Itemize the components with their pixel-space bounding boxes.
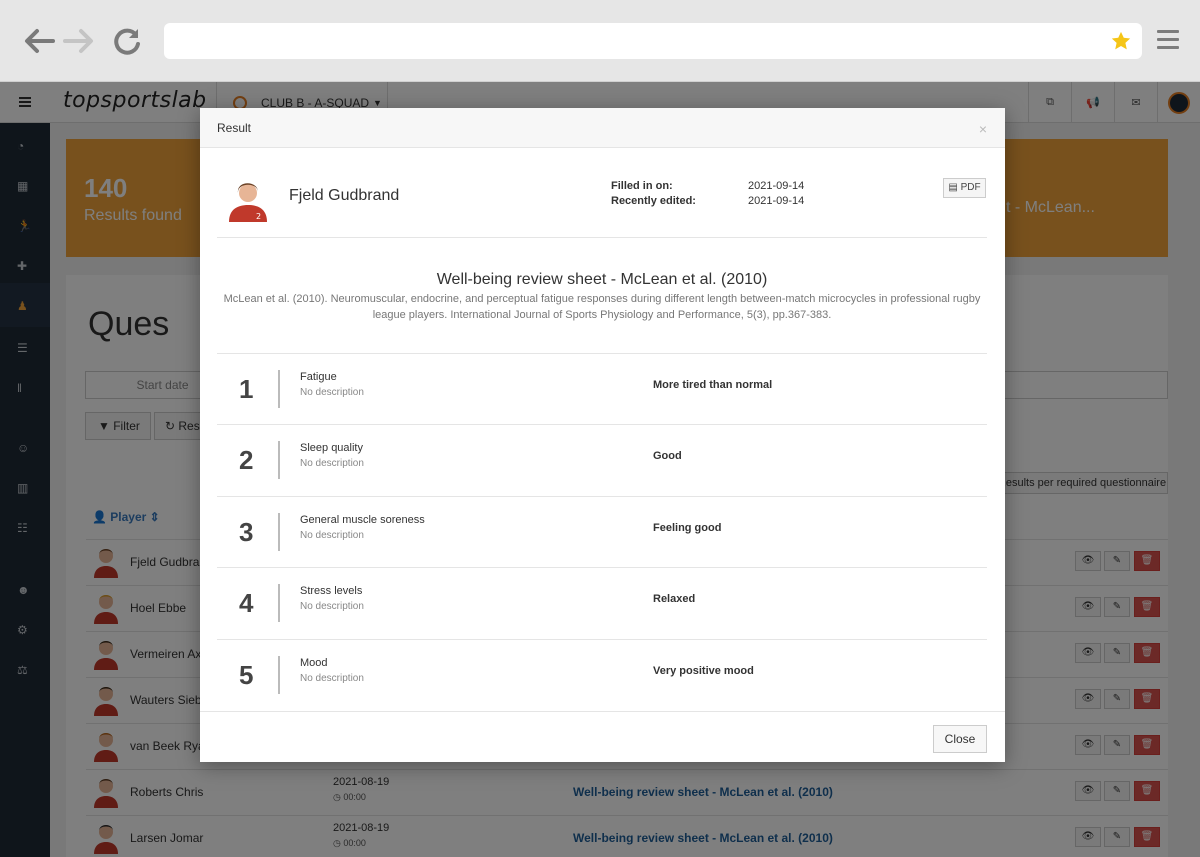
reload-button[interactable]	[110, 24, 144, 58]
file-icon: ▤	[948, 182, 961, 193]
question-description: No description	[300, 530, 364, 541]
player-avatar-icon: 2	[229, 183, 267, 222]
edited-label: Recently edited:	[611, 195, 696, 207]
close-icon[interactable]: ×	[979, 121, 987, 137]
question-row: 5 Mood No description Very positive mood	[217, 639, 987, 710]
forward-button[interactable]	[62, 24, 96, 58]
question-name: Fatigue	[300, 371, 337, 383]
question-description: No description	[300, 387, 364, 398]
question-answer: Feeling good	[653, 522, 722, 534]
question-divider	[278, 513, 280, 551]
question-name: General muscle soreness	[300, 514, 425, 526]
question-answer: More tired than normal	[653, 379, 773, 391]
back-button[interactable]	[22, 24, 56, 58]
filled-in-label: Filled in on:	[611, 180, 673, 192]
question-name: Mood	[300, 657, 328, 669]
modal-title: Result	[217, 121, 252, 135]
questionnaire-reference: McLean et al. (2010). Neuromuscular, end…	[223, 293, 981, 321]
question-number: 2	[239, 445, 254, 475]
forward-arrow-icon	[63, 29, 93, 53]
question-number: 1	[239, 374, 254, 404]
address-bar[interactable]	[164, 23, 1142, 59]
browser-toolbar	[0, 0, 1200, 82]
divider	[217, 237, 987, 238]
question-row: 4 Stress levels No description Relaxed	[217, 567, 987, 638]
question-divider	[278, 656, 280, 694]
question-name: Stress levels	[300, 585, 363, 597]
question-number: 3	[239, 517, 254, 547]
result-modal: Result × 2 Fjeld Gudbrand Filled in on: …	[200, 108, 1005, 762]
svg-text:2: 2	[256, 212, 261, 221]
modal-footer: Close	[200, 711, 1005, 762]
question-answer: Relaxed	[653, 593, 696, 605]
back-arrow-icon	[25, 29, 55, 53]
pdf-label: PDF	[960, 182, 981, 193]
question-divider	[278, 584, 280, 622]
edited-value: 2021-09-14	[748, 195, 805, 207]
bookmark-star-icon[interactable]	[1110, 30, 1132, 52]
question-name: Sleep quality	[300, 442, 363, 454]
question-answer: Good	[653, 450, 682, 462]
question-answer: Very positive mood	[653, 665, 754, 677]
question-number: 5	[239, 660, 254, 690]
reload-icon	[114, 28, 140, 55]
close-button[interactable]: Close	[933, 725, 987, 753]
question-row: 1 Fatigue No description More tired than…	[217, 353, 987, 424]
questionnaire-title: Well-being review sheet - McLean et al. …	[436, 271, 768, 288]
filled-in-value: 2021-09-14	[748, 180, 805, 192]
modal-header: Result ×	[200, 108, 1005, 148]
question-row: 2 Sleep quality No description Good	[217, 424, 987, 495]
question-divider	[278, 370, 280, 408]
browser-menu-icon[interactable]	[1157, 30, 1179, 54]
question-row: 3 General muscle soreness No description…	[217, 496, 987, 567]
question-description: No description	[300, 458, 364, 469]
question-description: No description	[300, 601, 364, 612]
question-number: 4	[239, 588, 254, 618]
pdf-button[interactable]: ▤ PDF	[943, 178, 986, 198]
question-description: No description	[300, 673, 364, 684]
modal-player-name: Fjeld Gudbrand	[289, 187, 400, 204]
question-divider	[278, 441, 280, 479]
